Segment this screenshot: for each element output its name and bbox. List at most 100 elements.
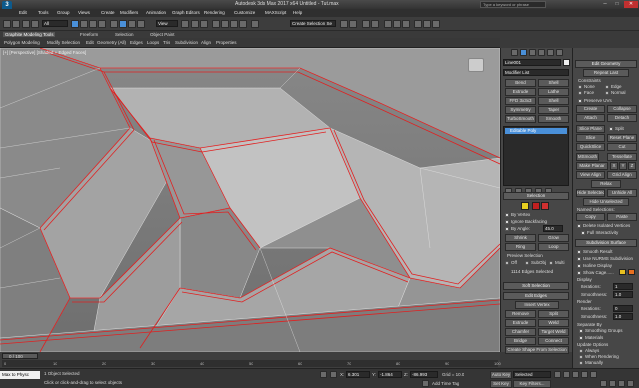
smoothing-groups-box[interactable] — [579, 328, 583, 333]
menu-rendering[interactable]: Rendering — [204, 10, 225, 15]
constraint-edge-radio[interactable]: Edge — [605, 84, 622, 89]
grow-button[interactable]: Grow — [538, 234, 569, 242]
selection-filter-dropdown[interactable]: All — [42, 20, 68, 27]
update-manually-dot[interactable] — [579, 360, 583, 365]
planar-x-button[interactable]: X — [610, 162, 618, 170]
planar-y-button[interactable]: Y — [619, 162, 627, 170]
viewport-label[interactable]: [+] [Perspective] [Shaded + Edged Faces] — [3, 50, 86, 55]
display-tab-icon[interactable] — [547, 49, 554, 56]
menu-customize[interactable]: Customize — [234, 10, 255, 15]
key-selection-dropdown[interactable]: Selected — [513, 371, 551, 378]
tab-object-paint[interactable]: Object Paint — [150, 32, 175, 37]
render-iterations-field[interactable]: 0 — [613, 305, 633, 312]
curve-editor-icon[interactable] — [384, 20, 392, 28]
update-always-radio[interactable]: Always — [579, 348, 599, 353]
modifier-taper-button[interactable]: Taper — [538, 106, 569, 114]
close-icon[interactable]: ✕ — [624, 1, 638, 8]
object-color-swatch[interactable] — [563, 59, 570, 66]
modifier-turbosmooth-button[interactable]: TurboSmooth — [505, 115, 536, 123]
go-to-start-icon[interactable] — [554, 371, 561, 378]
shrink-button[interactable]: Shrink — [505, 234, 536, 242]
panel-tris[interactable]: Tris — [163, 40, 170, 45]
menu-group[interactable]: Group — [57, 10, 70, 15]
panel-align[interactable]: Align — [201, 40, 211, 45]
scale-icon[interactable] — [128, 20, 136, 28]
reset-plane-button[interactable]: Reset Plane — [607, 134, 637, 142]
key-filters-button[interactable]: Key Filters... — [513, 380, 551, 388]
menu-animation[interactable]: Animation — [146, 10, 166, 15]
preview-multi-dot[interactable] — [549, 260, 553, 265]
absolute-mode-icon[interactable] — [330, 371, 337, 378]
menu-help[interactable]: Help — [293, 10, 302, 15]
create-button[interactable]: Create — [576, 105, 605, 113]
attach-button[interactable]: Attach — [576, 114, 605, 122]
percent-snap-icon[interactable] — [230, 20, 238, 28]
slice-plane-button[interactable]: Slice Plane — [576, 125, 605, 133]
next-frame-icon[interactable] — [581, 371, 588, 378]
border-mode-icon[interactable] — [541, 202, 549, 210]
maximize-icon[interactable]: □ — [612, 1, 622, 8]
display-smoothness-field[interactable]: 1.0 — [613, 291, 633, 298]
utilities-tab-icon[interactable] — [556, 49, 563, 56]
ignore-backfacing-box[interactable] — [505, 219, 509, 224]
maxscript-listener[interactable]: Max to Physc — [0, 371, 40, 379]
select-object-icon[interactable] — [71, 20, 79, 28]
smooth-result-box[interactable] — [577, 249, 581, 254]
vertex-mode-icon[interactable] — [521, 202, 529, 210]
weld-button[interactable]: Weld — [538, 319, 569, 327]
rect-selection-icon[interactable] — [89, 20, 97, 28]
constraint-edge-dot[interactable] — [605, 84, 609, 89]
spinner-snap-icon[interactable] — [239, 20, 247, 28]
select-manipulate-icon[interactable] — [191, 20, 199, 28]
ignore-backfacing-checkbox[interactable]: Ignore Backfacing — [505, 219, 547, 224]
modifier-shell-button[interactable]: Shell — [538, 79, 569, 87]
full-interactivity-box[interactable] — [581, 230, 585, 235]
delete-isolated-checkbox[interactable]: Delete Isolated Vertices — [577, 223, 630, 228]
modify-tab-icon[interactable] — [520, 49, 527, 56]
keyboard-shortcut-icon[interactable] — [200, 20, 208, 28]
menu-maxscript[interactable]: MAXScript — [265, 10, 286, 15]
subdivision-surface-rollout[interactable]: Subdivision Surface — [575, 239, 637, 247]
constraint-normal-radio[interactable]: Normal — [605, 90, 626, 95]
motion-tab-icon[interactable] — [538, 49, 545, 56]
isoline-display-checkbox[interactable]: Isoline Display — [577, 263, 612, 268]
timeline[interactable]: 0 / 100 0 10 20 30 40 50 60 70 80 90 100 — [0, 352, 501, 368]
render-production-icon[interactable] — [432, 20, 440, 28]
use-nurms-checkbox[interactable]: Use NURMS Subdivision — [577, 256, 633, 261]
tab-graphite-modeling[interactable]: Graphite Modeling Tools — [3, 32, 56, 37]
remove-button[interactable]: Remove — [505, 310, 536, 318]
smoothing-groups-checkbox[interactable]: Smoothing Groups — [579, 328, 623, 333]
show-cage-box[interactable] — [577, 270, 581, 275]
add-time-tag-text[interactable]: Add Time Tag — [432, 381, 459, 386]
search-input[interactable]: Type a keyword or phrase — [483, 2, 529, 7]
selection-rollout-header[interactable]: Selection — [503, 192, 569, 200]
preview-subobj-dot[interactable] — [525, 260, 529, 265]
tab-freeform[interactable]: Freeform — [80, 32, 98, 37]
target-weld-button[interactable]: Target Weld — [538, 328, 569, 336]
perspective-viewport[interactable]: [+] [Perspective] [Shaded + Edged Faces] — [0, 48, 500, 352]
modifier-ffd-button[interactable]: FFD 3x3x3 — [505, 97, 536, 105]
by-angle-box[interactable] — [505, 226, 509, 231]
create-shape-button[interactable]: Create Shape From Selection — [505, 346, 569, 354]
edit-named-selection-icon[interactable] — [251, 20, 259, 28]
msmooth-button[interactable]: MSmooth — [576, 153, 599, 161]
hierarchy-tab-icon[interactable] — [529, 49, 536, 56]
preview-multi-radio[interactable]: Multi — [549, 260, 565, 265]
panel-modify-selection[interactable]: Modify Selection — [47, 40, 80, 45]
smooth-result-checkbox[interactable]: Smooth Result — [577, 249, 613, 254]
paste-button[interactable]: Paste — [607, 213, 637, 221]
modifier-shell2-button[interactable]: Shell — [538, 97, 569, 105]
pan-icon[interactable] — [609, 380, 616, 387]
render-setup-icon[interactable] — [414, 20, 422, 28]
make-planar-button[interactable]: Make Planar — [576, 162, 608, 170]
by-vertex-box[interactable] — [505, 212, 509, 217]
panel-geometry-all[interactable]: Geometry (All) — [97, 40, 126, 45]
pivot-icon[interactable] — [181, 20, 189, 28]
maximize-viewport-icon[interactable] — [627, 380, 634, 387]
minimize-icon[interactable]: – — [600, 1, 610, 8]
slice-button[interactable]: Slice — [576, 134, 605, 142]
zoom-icon[interactable] — [600, 380, 607, 387]
tessellate-button[interactable]: Tessellate — [607, 153, 637, 161]
unlink-icon[interactable] — [31, 20, 39, 28]
viewport-scene[interactable] — [0, 48, 500, 352]
